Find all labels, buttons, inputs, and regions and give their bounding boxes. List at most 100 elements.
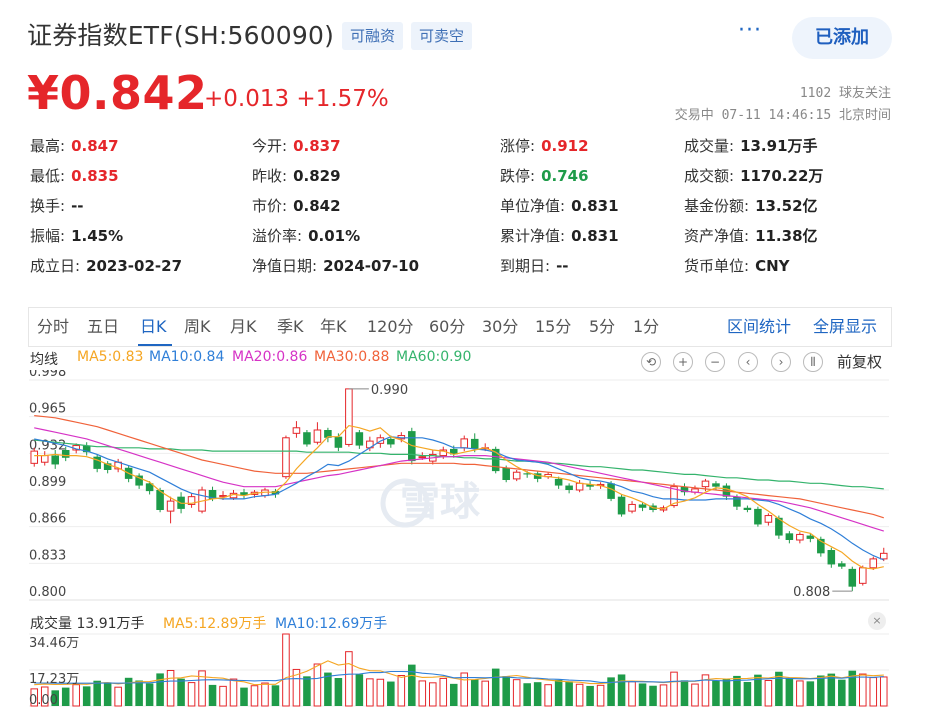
volume-bar: [271, 685, 280, 706]
tab-10[interactable]: 15分: [535, 307, 571, 347]
candle-body: [292, 427, 301, 434]
quote-label: 溢价率:: [252, 227, 303, 245]
quote-value: 0.912: [541, 137, 589, 155]
candle-body: [40, 455, 49, 463]
candle-body: [313, 429, 322, 443]
candle-body: [30, 450, 39, 464]
tab-6[interactable]: 年K: [320, 307, 347, 347]
quote-label: 货币单位:: [684, 257, 750, 275]
volume-bar: [470, 679, 479, 706]
followers-count[interactable]: 1102 球友关注: [800, 82, 891, 101]
quote-item: 市价: 0.842: [252, 195, 341, 216]
volume-bar: [806, 681, 815, 706]
quote-value: 13.52亿: [755, 197, 818, 215]
candle-body: [701, 480, 710, 488]
candle-body: [470, 438, 479, 449]
range-stats-link[interactable]: 区间统计: [727, 307, 791, 347]
low-annotation: 0.808: [793, 585, 830, 600]
quote-item: 溢价率: 0.01%: [252, 225, 360, 246]
added-button[interactable]: 已添加: [792, 17, 892, 59]
tab-1[interactable]: 五日: [87, 307, 119, 347]
pan-left-icon[interactable]: ‹: [738, 352, 758, 372]
volume-bar: [691, 683, 699, 707]
zoom-out-icon[interactable]: −: [705, 352, 725, 372]
candle-body: [848, 568, 857, 587]
candle-body: [733, 496, 741, 507]
quote-value: --: [71, 197, 84, 215]
volume-bar: [103, 682, 112, 706]
quote-label: 跌停:: [500, 167, 536, 185]
candlestick-chart[interactable]: 0.9980.9650.9320.8990.8660.8330.800雪球0.9…: [0, 370, 925, 610]
tab-5[interactable]: 季K: [277, 307, 304, 347]
volume-chart[interactable]: 34.46万 17.23万 0.00: [0, 630, 925, 710]
volume-bar: [879, 676, 888, 707]
fullscreen-link[interactable]: 全屏显示: [813, 307, 877, 347]
candle-body: [859, 567, 867, 584]
volume-y-tick-label: 0.00: [29, 693, 58, 708]
volume-bar: [387, 681, 395, 706]
candle-body: [565, 485, 573, 490]
volume-bar: [575, 683, 584, 707]
candle-body: [61, 450, 70, 458]
volume-bar: [429, 682, 437, 707]
quote-label: 成交额:: [684, 167, 735, 185]
volume-bar: [670, 671, 678, 707]
reset-icon[interactable]: ⟲: [641, 352, 661, 372]
quote-item: 单位净值: 0.831: [500, 195, 619, 216]
quote-item: 今开: 0.837: [252, 135, 341, 156]
candle-body: [512, 471, 521, 480]
candle-body: [575, 482, 584, 491]
close-volume-icon[interactable]: ×: [868, 612, 886, 630]
volume-bar: [187, 682, 196, 707]
candle-body: [166, 500, 175, 512]
quote-label: 最高:: [30, 137, 66, 155]
quote-label: 累计净值:: [500, 227, 566, 245]
quote-item: 净值日期: 2024-07-10: [252, 255, 419, 276]
tab-4[interactable]: 月K: [230, 307, 257, 347]
volume-bar: [355, 674, 364, 706]
volume-bar: [680, 680, 689, 706]
candle-style-icon[interactable]: ⫴: [803, 352, 823, 372]
volume-bar: [817, 675, 825, 706]
candle-body: [796, 533, 804, 541]
ma-legend-item: MA5:0.83: [77, 349, 144, 365]
quote-label: 成立日:: [30, 257, 81, 275]
zoom-in-icon[interactable]: +: [673, 352, 693, 372]
tab-3[interactable]: 周K: [184, 307, 211, 347]
tab-2[interactable]: 日K: [140, 307, 167, 347]
tab-7[interactable]: 120分: [367, 307, 414, 347]
quote-value: 0.829: [293, 167, 341, 185]
watermark-logo: 雪球: [400, 479, 481, 525]
pan-right-icon[interactable]: ›: [771, 352, 791, 372]
ma-legend-item: MA20:0.86: [232, 349, 308, 365]
tab-0[interactable]: 分时: [37, 307, 69, 347]
volume-bar: [418, 680, 427, 707]
volume-bar: [586, 685, 594, 706]
volume-bar: [93, 680, 101, 706]
quote-value: 13.91万手: [740, 137, 818, 155]
candle-body: [607, 483, 615, 499]
quote-item: 昨收: 0.829: [252, 165, 341, 186]
volume-bar: [628, 681, 636, 707]
candle-body: [869, 558, 878, 569]
more-icon[interactable]: ···: [738, 18, 762, 43]
volume-bar: [114, 686, 122, 707]
tab-11[interactable]: 5分: [589, 307, 615, 347]
tab-8[interactable]: 60分: [429, 307, 465, 347]
tab-12[interactable]: 1分: [633, 307, 659, 347]
adjust-mode-select[interactable]: 前复权: [837, 351, 882, 372]
quote-value: 0.835: [71, 167, 119, 185]
volume-bar: [208, 684, 217, 706]
quote-item: 最低: 0.835: [30, 165, 119, 186]
volume-y-tick-label: 17.23万: [29, 672, 79, 687]
quote-item: 累计净值: 0.831: [500, 225, 619, 246]
quote-value: 11.38亿: [755, 227, 818, 245]
candle-body: [838, 563, 846, 567]
quote-value: 0.847: [71, 137, 119, 155]
tab-9[interactable]: 30分: [482, 307, 518, 347]
volume-bar: [177, 678, 185, 706]
candle-body: [502, 467, 510, 480]
volume-bar: [638, 683, 647, 706]
volume-bar: [250, 685, 259, 707]
candle-body: [418, 456, 427, 459]
